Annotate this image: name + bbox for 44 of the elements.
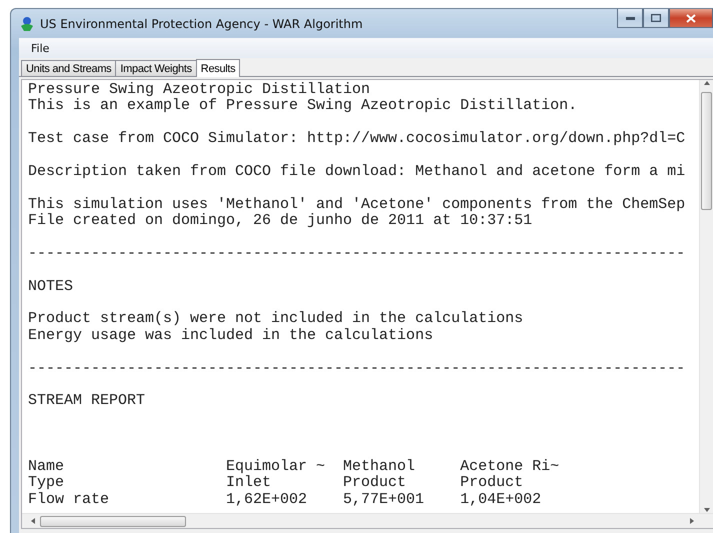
window-title: US Environmental Protection Agency - WAR Algorithm bbox=[40, 16, 363, 30]
close-icon bbox=[686, 14, 696, 22]
tab[interactable]: Results bbox=[196, 59, 240, 77]
scrollbar-thumb[interactable] bbox=[40, 516, 186, 526]
scroll-right-icon[interactable] bbox=[689, 517, 695, 525]
table-cell-text: Name bbox=[28, 458, 66, 476]
maximize-button[interactable] bbox=[643, 9, 669, 28]
minimize-button[interactable] bbox=[617, 9, 643, 28]
horizontal-scrollbar[interactable] bbox=[22, 513, 713, 528]
report-line: This is an example of Pressure Swing Azeotropic Distillation. bbox=[28, 98, 578, 115]
close-button[interactable] bbox=[669, 9, 713, 28]
report-line: This simulation uses 'Methanol' and 'Acetone' components from the ChemSep bbox=[28, 196, 686, 213]
table-cell-text: Acetone Ri~ bbox=[460, 458, 560, 475]
tab[interactable]: Impact Weights bbox=[115, 60, 197, 76]
report-line: Description taken from COCO file download: Methanol and acetone form a mi bbox=[28, 164, 686, 180]
scrollbar-thumb[interactable] bbox=[701, 92, 712, 210]
report-line: Product stream(s) were not included in the calculations bbox=[28, 311, 524, 328]
table-cell-text: Product bbox=[460, 475, 524, 492]
report-line: Test case from COCO Simulator: http://www.cocosimulator.org/down.php?dl=C bbox=[28, 131, 686, 148]
report-line: NOTES bbox=[28, 278, 74, 296]
menu-item[interactable]: File bbox=[25, 42, 56, 54]
table-cell-text: Inlet bbox=[226, 475, 272, 492]
maximize-icon bbox=[651, 14, 661, 22]
vertical-scrollbar[interactable] bbox=[699, 80, 713, 513]
table-cell-text: Methanol bbox=[343, 458, 416, 475]
table-cell-text: 1,04E+002 bbox=[460, 492, 542, 508]
app-icon bbox=[19, 16, 35, 32]
report-line: STREAM REPORT bbox=[28, 393, 146, 410]
minimize-icon bbox=[626, 16, 634, 20]
scroll-left-icon[interactable] bbox=[30, 517, 36, 525]
report-line: ------------------------------------------------------------------------- bbox=[28, 246, 686, 262]
table-cell-text: 1,62E+002 bbox=[226, 492, 308, 508]
table-cell-text: Product bbox=[343, 475, 408, 492]
report-line: File created on domingo, 26 de junho de 2011 at 10:37:51 bbox=[28, 213, 534, 230]
report-line: Pressure Swing Azeotropic Distillation bbox=[28, 82, 372, 98]
scroll-up-icon[interactable] bbox=[702, 80, 710, 86]
table-cell-text: Equimolar ~ bbox=[226, 458, 326, 475]
report-line: ------------------------------------------------------------------------- bbox=[28, 360, 686, 378]
table-cell-text: Type bbox=[28, 475, 66, 492]
results-text-area[interactable] bbox=[21, 79, 713, 529]
tab[interactable]: Units and Streams bbox=[21, 60, 116, 76]
table-cell-text: 5,77E+001 bbox=[343, 492, 426, 508]
report-line: Energy usage was included in the calculations bbox=[28, 328, 434, 344]
table-cell-text: Flow rate bbox=[28, 492, 110, 508]
